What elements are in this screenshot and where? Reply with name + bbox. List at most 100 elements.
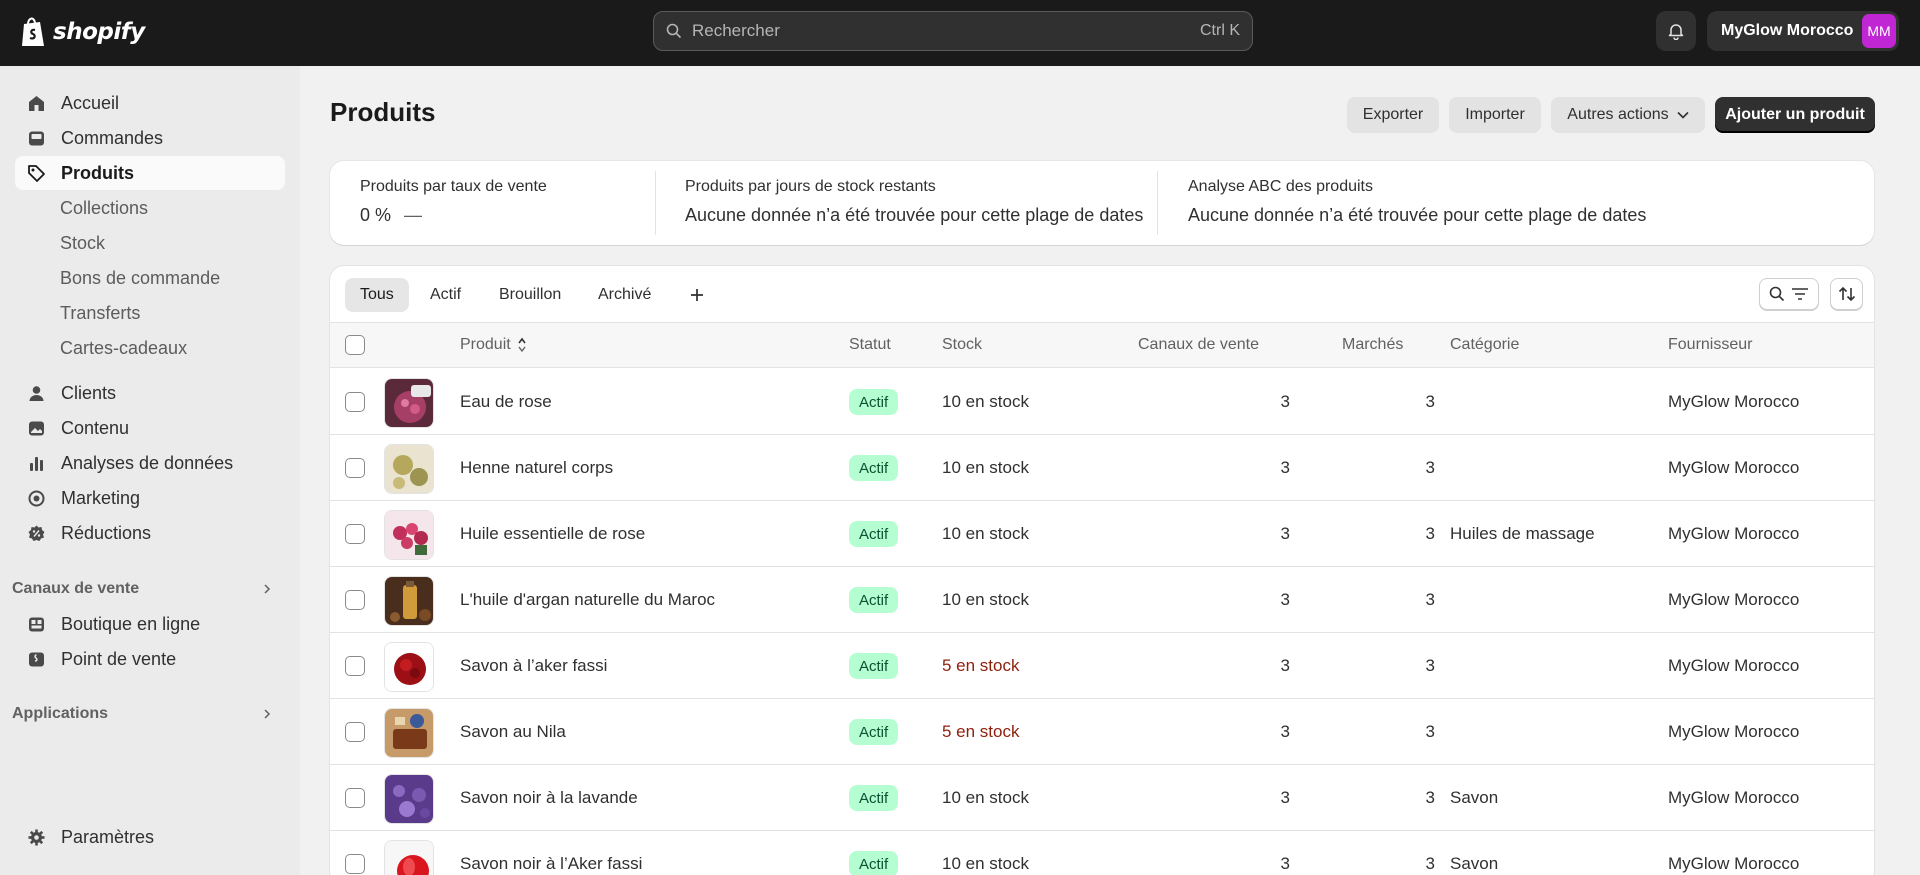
stock-value: 10 en stock <box>942 788 1029 807</box>
product-thumbnail[interactable] <box>384 840 434 875</box>
product-thumbnail[interactable] <box>384 708 434 758</box>
sidebar-item-clients[interactable]: Clients <box>15 376 285 410</box>
import-button[interactable]: Importer <box>1449 97 1541 133</box>
stock-value: 10 en stock <box>942 392 1029 411</box>
markets-count: 3 <box>1425 392 1435 411</box>
search-icon <box>666 23 682 39</box>
product-thumbnail[interactable] <box>384 576 434 626</box>
row-checkbox[interactable] <box>345 590 365 610</box>
add-product-button[interactable]: Ajouter un produit <box>1715 97 1875 133</box>
markets-count: 3 <box>1425 854 1435 873</box>
tab-tous[interactable]: Tous <box>345 278 409 312</box>
stock-value: 10 en stock <box>942 590 1029 609</box>
product-name[interactable]: Eau de rose <box>460 392 552 412</box>
applications-heading[interactable]: Applications <box>12 705 282 723</box>
product-name[interactable]: Savon à l’aker fassi <box>460 656 607 676</box>
table-row[interactable]: Savon au Nila Actif 5 en stock 3 3 MyGlow Mor… <box>330 699 1874 765</box>
row-checkbox[interactable] <box>345 854 365 874</box>
tab-actif[interactable]: Actif <box>415 278 476 312</box>
account-menu[interactable]: MyGlow Morocco MM <box>1707 11 1899 51</box>
product-thumbnail[interactable] <box>384 774 434 824</box>
stat-days-of-stock-label[interactable]: Produits par jours de stock restants <box>685 178 936 196</box>
inbox-icon <box>29 131 44 145</box>
add-view-button[interactable] <box>680 278 714 312</box>
tab-brouillon[interactable]: Brouillon <box>484 278 576 312</box>
sidebar-item-label: Analyses de données <box>61 452 234 473</box>
shopify-logo[interactable]: shopify <box>20 16 145 48</box>
row-checkbox[interactable] <box>345 458 365 478</box>
table-row[interactable]: Huile essentielle de rose Actif 10 en stoc… <box>330 501 1874 567</box>
sidebar-item-analyses[interactable]: Analyses de données <box>15 446 285 480</box>
sidebar-item-point-de-vente[interactable]: Point de vente <box>15 642 285 676</box>
tab-archive[interactable]: Archivé <box>583 278 666 312</box>
column-categorie[interactable]: Catégorie <box>1450 336 1519 354</box>
table-row[interactable]: Eau de rose Actif 10 en stock 3 3 MyGlow Moro… <box>330 369 1874 435</box>
product-name[interactable]: Huile essentielle de rose <box>460 524 645 544</box>
category-value: Savon <box>1450 788 1499 807</box>
row-checkbox[interactable] <box>345 524 365 544</box>
sidebar-subitem-cartes-cadeaux[interactable]: Cartes-cadeaux <box>60 333 187 363</box>
applications-label: Applications <box>12 705 109 722</box>
column-marches[interactable]: Marchés <box>1342 336 1403 354</box>
table-row[interactable]: Savon à l’aker fassi Actif 5 en stock 3 3 MyG… <box>330 633 1874 699</box>
row-checkbox[interactable] <box>345 722 365 742</box>
column-fournisseur[interactable]: Fournisseur <box>1668 336 1752 354</box>
search-placeholder: Rechercher <box>692 21 780 40</box>
sidebar-subitem-transferts[interactable]: Transferts <box>60 298 140 328</box>
sales-channels-count: 3 <box>1280 590 1290 609</box>
column-produit[interactable]: Produit <box>460 336 527 354</box>
table-row[interactable]: L'huile d'argan naturelle du Maroc Actif 1… <box>330 567 1874 633</box>
sidebar-item-label: Boutique en ligne <box>61 613 201 634</box>
product-thumbnail[interactable] <box>384 510 434 560</box>
vendor-value: MyGlow Morocco <box>1668 854 1800 873</box>
row-checkbox[interactable] <box>345 392 365 412</box>
product-name[interactable]: Henne naturel corps <box>460 458 613 478</box>
stock-value: 10 en stock <box>942 524 1029 543</box>
sidebar-subitem-bons-de-commande[interactable]: Bons de commande <box>60 263 220 293</box>
sidebar-item-produits[interactable]: Produits <box>15 156 285 190</box>
content-icon <box>29 421 44 435</box>
search-bar[interactable]: Rechercher Ctrl K <box>653 11 1253 51</box>
row-checkbox[interactable] <box>345 788 365 808</box>
sidebar-subitem-stock[interactable]: Stock <box>60 228 105 258</box>
export-button[interactable]: Exporter <box>1347 97 1439 133</box>
table-row[interactable]: Savon noir à l’Aker fassi Actif 10 en stoc… <box>330 831 1874 875</box>
product-thumbnail[interactable] <box>384 378 434 428</box>
table-row[interactable]: Henne naturel corps Actif 10 en stock 3 3 MyG… <box>330 435 1874 501</box>
sidebar-item-commandes[interactable]: Commandes <box>15 121 285 155</box>
stock-value: 5 en stock <box>942 722 1020 741</box>
product-name[interactable]: Savon noir à la lavande <box>460 788 638 808</box>
select-all-checkbox[interactable] <box>345 335 365 355</box>
product-thumbnail[interactable] <box>384 444 434 494</box>
row-checkbox[interactable] <box>345 656 365 676</box>
sidebar-item-marketing[interactable]: Marketing <box>15 481 285 515</box>
sidebar-item-accueil[interactable]: Accueil <box>15 86 285 120</box>
sidebar-item-boutique-en-ligne[interactable]: Boutique en ligne <box>15 607 285 641</box>
product-image <box>385 511 433 559</box>
stat-sell-through-label[interactable]: Produits par taux de vente <box>360 178 547 196</box>
sidebar-item-parametres[interactable]: Paramètres <box>15 820 285 854</box>
notifications-button[interactable] <box>1656 11 1696 51</box>
product-name[interactable]: Savon noir à l’Aker fassi <box>460 854 642 874</box>
status-badge: Actif <box>849 389 899 415</box>
stat-divider <box>1157 171 1158 235</box>
product-name[interactable]: L'huile d'argan naturelle du Maroc <box>460 590 715 610</box>
product-image <box>385 379 433 427</box>
table-row[interactable]: Savon noir à la lavande Actif 10 en stock 3… <box>330 765 1874 831</box>
product-name[interactable]: Savon au Nila <box>460 722 566 742</box>
column-statut[interactable]: Statut <box>849 336 891 354</box>
sales-channels-heading[interactable]: Canaux de vente <box>12 580 282 598</box>
sidebar-item-reductions[interactable]: Réductions <box>15 516 285 550</box>
search-filter-button[interactable] <box>1759 278 1819 310</box>
sales-channels-count: 3 <box>1280 458 1290 477</box>
status-badge: Actif <box>849 851 899 875</box>
product-thumbnail[interactable] <box>384 642 434 692</box>
products-table-card: Tous Actif Brouillon Archivé Produit Sta… <box>330 266 1874 875</box>
column-canaux[interactable]: Canaux de vente <box>1138 336 1259 354</box>
stat-abc-label[interactable]: Analyse ABC des produits <box>1188 178 1373 196</box>
sidebar-subitem-collections[interactable]: Collections <box>60 193 148 223</box>
sort-button[interactable] <box>1830 278 1863 310</box>
sidebar-item-contenu[interactable]: Contenu <box>15 411 285 445</box>
column-stock[interactable]: Stock <box>942 336 982 354</box>
more-actions-button[interactable]: Autres actions <box>1551 97 1705 133</box>
